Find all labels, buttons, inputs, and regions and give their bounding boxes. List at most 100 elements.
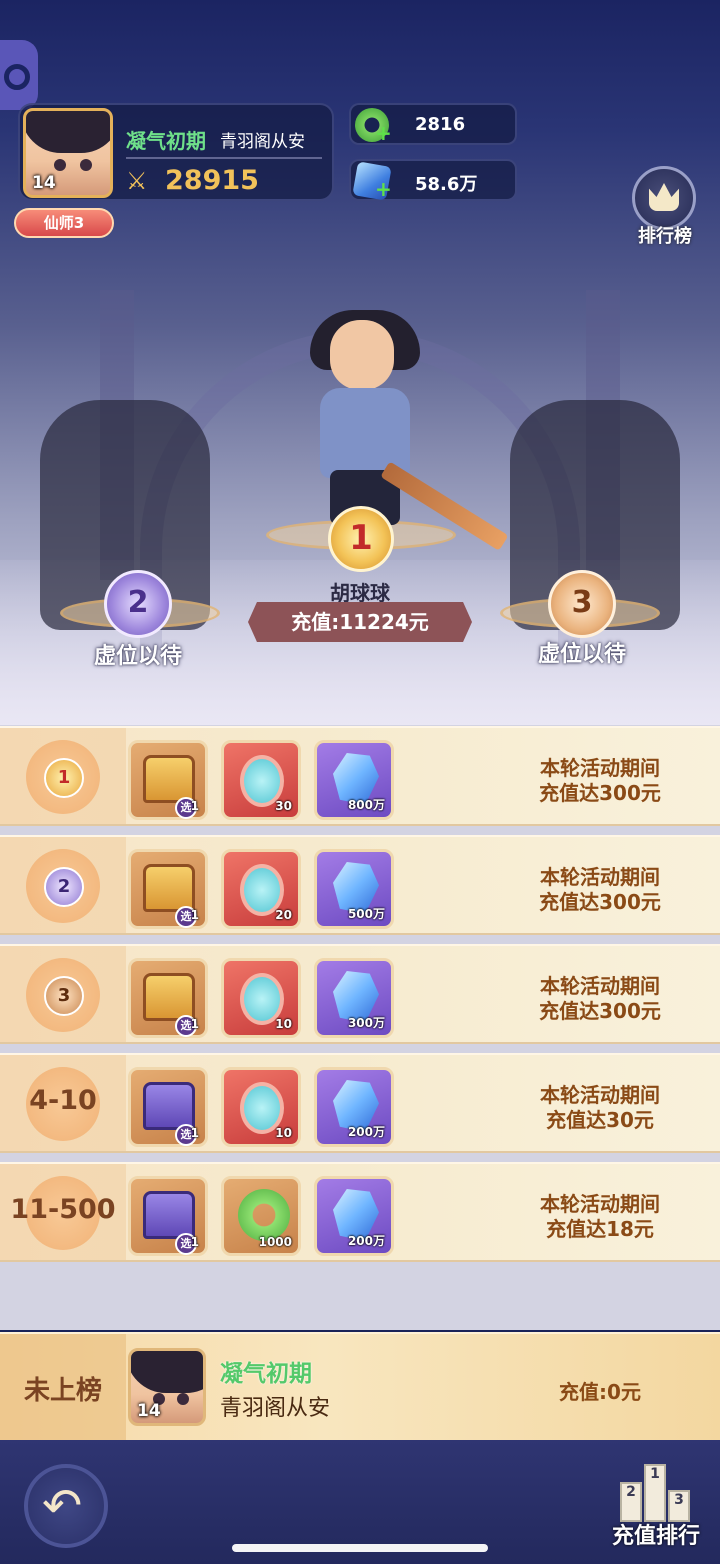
condition-line: 充值达300元	[539, 999, 661, 1023]
item-quantity: 200万	[347, 1234, 385, 1248]
rank-range: 11-500	[10, 1194, 116, 1225]
reward-item-chest[interactable]: 选 1	[128, 1176, 208, 1256]
reward-condition: 本轮活动期间 充值达300元	[500, 974, 700, 1024]
item-quantity: 200万	[347, 1125, 385, 1139]
chest-icon	[143, 1082, 195, 1130]
plus-icon[interactable]: +	[375, 123, 392, 143]
reward-item-chest[interactable]: 选 1	[128, 849, 208, 929]
rank-cell: 2	[0, 837, 126, 933]
leaderboard-button[interactable]	[632, 166, 696, 230]
my-rank-bar: 未上榜 14 凝气初期 青羽阁从安 充值:0元	[0, 1332, 720, 1440]
condition-line: 本轮活动期间	[540, 974, 660, 998]
second-place-vacant: 虚位以待	[93, 644, 182, 669]
reward-item-mirror[interactable]: 20	[221, 849, 301, 929]
reward-row: 1 选 1 30 800万 本轮活动期间 充值达300元	[0, 726, 720, 826]
item-quantity: 1	[190, 908, 199, 922]
rank-1-medal: 1	[328, 506, 394, 572]
charge-ranking-label: 充值排行	[611, 1524, 700, 1549]
chest-icon	[143, 755, 195, 803]
player-profile-card[interactable]: 14 凝气初期 青羽阁从安 ⚔ 28915	[18, 103, 334, 201]
rank-cell: 未上榜	[0, 1334, 126, 1440]
item-quantity: 1	[190, 1235, 199, 1249]
divider	[126, 157, 322, 159]
reward-item-crystal[interactable]: 200万	[314, 1067, 394, 1147]
reward-item-crystal[interactable]: 500万	[314, 849, 394, 929]
item-quantity: 1000	[258, 1235, 292, 1249]
plus-icon[interactable]: +	[375, 179, 392, 199]
reward-item-crystal[interactable]: 800万	[314, 740, 394, 820]
home-indicator[interactable]	[232, 1544, 488, 1552]
condition-line: 本轮活动期间	[540, 756, 660, 780]
my-rank-status: 未上榜	[23, 1376, 102, 1406]
reward-row: 11-500 选 1 1000 200万 本轮活动期间 充值达18元	[0, 1162, 720, 1262]
currency-jade[interactable]: + 2816	[349, 103, 517, 145]
item-quantity: 30	[275, 799, 292, 813]
rank-cell: 3	[0, 946, 126, 1042]
chest-icon	[143, 864, 195, 912]
avatar[interactable]: 14	[128, 1348, 206, 1426]
leaderboard-label[interactable]: 排行榜	[630, 222, 700, 248]
item-quantity: 300万	[347, 1016, 385, 1030]
player-level: 14	[32, 173, 56, 193]
condition-line: 本轮活动期间	[540, 865, 660, 889]
podium-icon: 2 1 3	[620, 1458, 690, 1522]
rank-2-medal: 2	[104, 570, 172, 638]
reward-row: 3 选 1 10 300万 本轮活动期间 充值达300元	[0, 944, 720, 1044]
reward-condition: 本轮活动期间 充值达300元	[500, 756, 700, 806]
currency-value: 2816	[415, 114, 466, 135]
rank-cell: 4-10	[0, 1055, 126, 1151]
item-quantity: 1	[190, 1126, 199, 1140]
title-badge[interactable]: 仙师3	[14, 208, 114, 238]
reward-row: 2 选 1 20 500万 本轮活动期间 充值达300元	[0, 835, 720, 935]
reward-item-crystal[interactable]: 200万	[314, 1176, 394, 1256]
condition-line: 充值达18元	[546, 1217, 654, 1241]
crown-icon	[649, 183, 679, 211]
reward-item-mirror[interactable]: 30	[221, 740, 301, 820]
item-quantity: 10	[275, 1126, 292, 1140]
first-place-name: 胡球球	[330, 581, 390, 605]
jade-ring-icon	[238, 1189, 290, 1241]
currency-value: 58.6万	[415, 174, 478, 195]
podium-number: 1	[644, 1464, 666, 1522]
reward-item-chest[interactable]: 选 1	[128, 1067, 208, 1147]
back-arrow-icon: ↶	[42, 1478, 83, 1534]
rank-medal: 2	[44, 867, 84, 907]
reward-item-mirror[interactable]: 10	[221, 958, 301, 1038]
chest-icon	[143, 1191, 195, 1239]
third-place-vacant: 虚位以待	[537, 642, 626, 667]
item-quantity: 1	[190, 1017, 199, 1031]
reward-item-chest[interactable]: 选 1	[128, 958, 208, 1038]
chest-icon	[143, 973, 195, 1021]
crossed-swords-icon: ⚔	[126, 167, 148, 195]
reward-condition: 本轮活动期间 充值达30元	[500, 1083, 700, 1133]
rank-medal: 3	[44, 976, 84, 1016]
condition-line: 充值达300元	[539, 890, 661, 914]
reward-condition: 本轮活动期间 充值达18元	[500, 1192, 700, 1242]
rank-medal: 1	[44, 758, 84, 798]
rank-cell: 11-500	[0, 1164, 126, 1260]
side-menu-tab[interactable]	[0, 40, 38, 110]
reward-condition: 本轮活动期间 充值达300元	[500, 865, 700, 915]
back-button[interactable]: ↶	[24, 1464, 108, 1548]
player-level: 14	[137, 1401, 161, 1421]
player-realm: 凝气初期	[220, 1361, 312, 1387]
my-charge-amount: 充值:0元	[559, 1380, 641, 1404]
item-quantity: 800万	[347, 798, 385, 812]
combat-power: 28915	[165, 165, 259, 196]
player-name: 青羽阁从安	[220, 1396, 331, 1421]
podium-number: 2	[620, 1482, 642, 1522]
rank-3-medal: 3	[548, 570, 616, 638]
reward-item-mirror[interactable]: 10	[221, 1067, 301, 1147]
item-quantity: 500万	[347, 907, 385, 921]
condition-line: 本轮活动期间	[540, 1192, 660, 1216]
first-place-character[interactable]	[290, 310, 509, 551]
player-name: 青羽阁从安	[220, 132, 305, 152]
reward-item-jade-ring[interactable]: 1000	[221, 1176, 301, 1256]
reward-item-chest[interactable]: 选 1	[128, 740, 208, 820]
reward-item-crystal[interactable]: 300万	[314, 958, 394, 1038]
condition-line: 充值达300元	[539, 781, 661, 805]
rank-range: 4-10	[29, 1085, 97, 1116]
charge-ranking-button[interactable]: 2 1 3 充值排行	[598, 1448, 714, 1560]
avatar[interactable]: 14	[23, 108, 113, 198]
currency-crystal[interactable]: + 58.6万	[349, 159, 517, 201]
